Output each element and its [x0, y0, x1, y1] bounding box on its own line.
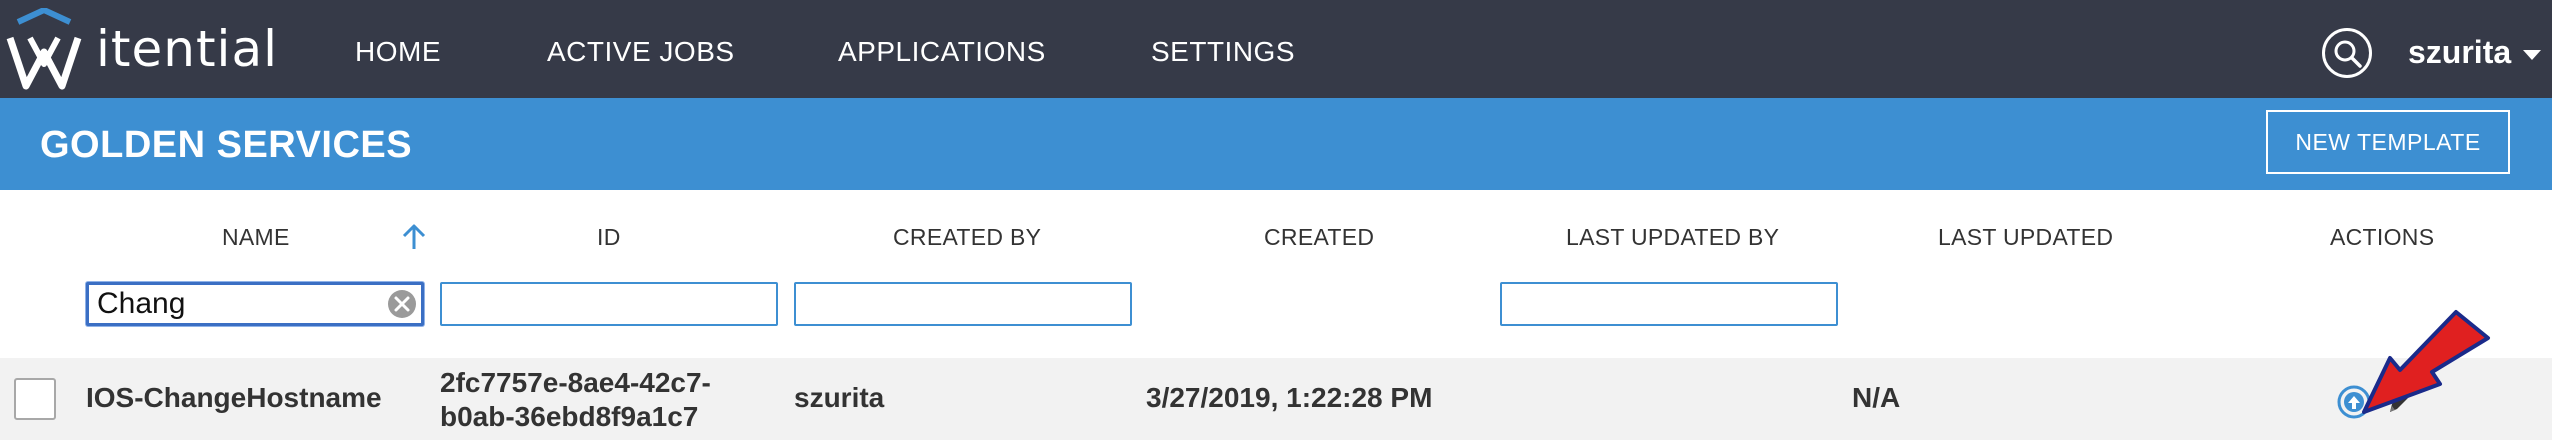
new-template-button[interactable]: NEW TEMPLATE [2266, 110, 2510, 174]
column-header-name[interactable]: NAME [222, 224, 290, 251]
row-created-by: szurita [794, 382, 885, 413]
user-name: szurita [2408, 34, 2512, 70]
chevron-down-icon [2523, 49, 2542, 60]
row-id-line1: 2fc7757e-8ae4-42c7- [440, 367, 711, 398]
page-header: GOLDEN SERVICES NEW TEMPLATE [0, 98, 2552, 190]
column-header-created-by[interactable]: CREATED BY [893, 224, 1041, 251]
id-filter-input[interactable] [440, 282, 778, 326]
sort-ascending-icon[interactable] [398, 222, 430, 252]
user-menu[interactable]: szurita [2408, 34, 2542, 71]
row-checkbox[interactable] [14, 378, 56, 420]
row-id-line2: b0ab-36ebd8f9a1c7 [440, 401, 699, 432]
column-header-last-updated-by[interactable]: LAST UPDATED BY [1566, 224, 1779, 251]
column-header-created[interactable]: CREATED [1264, 224, 1374, 251]
search-icon [2334, 40, 2362, 68]
annotation-arrow [2362, 310, 2490, 414]
search-button[interactable] [2322, 28, 2372, 78]
row-name: IOS-ChangeHostname [86, 382, 382, 413]
nav-applications[interactable]: APPLICATIONS [838, 36, 1046, 68]
column-header-id[interactable]: ID [597, 224, 621, 251]
clear-circle-icon[interactable] [386, 288, 418, 320]
nav-active-jobs[interactable]: ACTIVE JOBS [547, 36, 735, 68]
column-header-last-updated[interactable]: LAST UPDATED [1938, 224, 2113, 251]
nav-home[interactable]: HOME [355, 36, 441, 68]
last-updated-by-filter-input[interactable] [1500, 282, 1838, 326]
brand-name: itential [96, 20, 278, 78]
top-navbar: itential HOME ACTIVE JOBS APPLICATIONS S… [0, 0, 2552, 98]
column-header-actions: ACTIONS [2330, 224, 2435, 250]
row-id: 2fc7757e-8ae4-42c7- b0ab-36ebd8f9a1c7 [440, 366, 711, 434]
created-by-filter-input[interactable] [794, 282, 1132, 326]
nav-settings[interactable]: SETTINGS [1151, 36, 1295, 68]
page-title: GOLDEN SERVICES [40, 124, 413, 166]
name-filter-input[interactable] [86, 282, 424, 326]
row-created: 3/27/2019, 1:22:28 PM [1146, 382, 1433, 413]
itential-logo-icon [6, 8, 82, 90]
table-row[interactable]: IOS-ChangeHostname 2fc7757e-8ae4-42c7- b… [0, 358, 2552, 440]
row-last-updated: N/A [1852, 382, 1901, 413]
